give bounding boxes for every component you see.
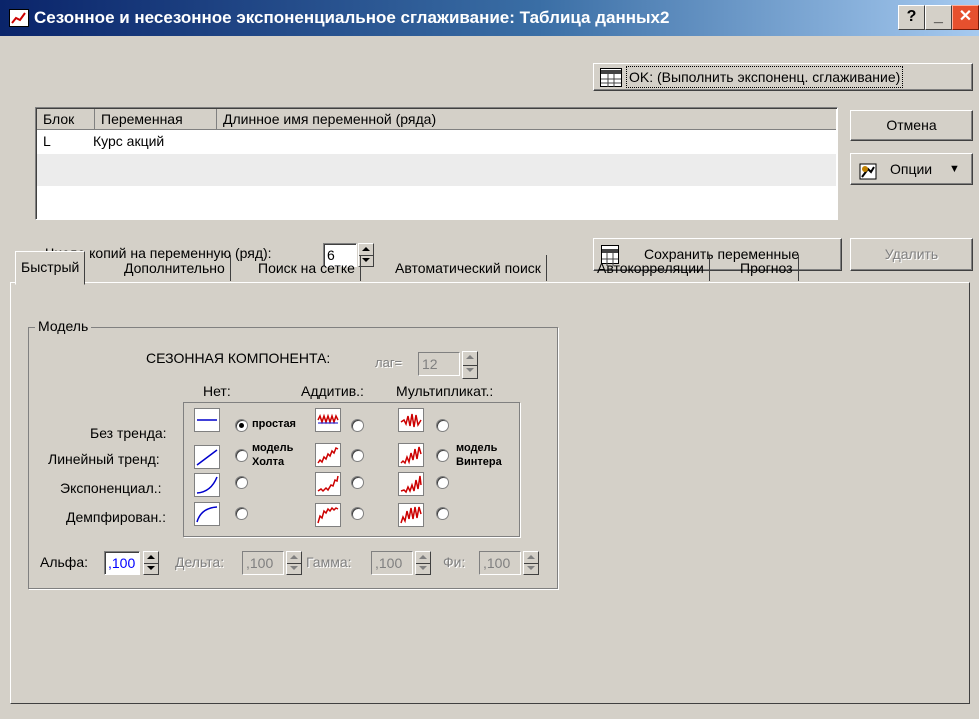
header-block[interactable]: Блок	[37, 109, 95, 129]
alpha-stepper[interactable]	[143, 551, 159, 575]
no-trend-multiplicative-icon	[398, 408, 424, 432]
tab-grid-search[interactable]: Поиск на сетке	[253, 255, 361, 281]
lag-input[interactable]: 12	[418, 352, 460, 376]
list-stripe	[37, 154, 836, 186]
list-item[interactable]: L Курс акций	[37, 131, 836, 153]
header-variable[interactable]: Переменная	[95, 109, 217, 129]
options-icon	[859, 160, 877, 180]
help-button[interactable]: ?	[898, 5, 925, 30]
holt-label-2: Холта	[252, 456, 285, 468]
variables-list[interactable]: Блок Переменная Длинное имя переменной (…	[35, 107, 838, 220]
winters-label-2: Винтера	[456, 456, 502, 468]
tab-quick[interactable]: Быстрый	[15, 251, 86, 285]
radio-linear-trend-none[interactable]	[235, 449, 248, 462]
radio-damped-additive[interactable]	[351, 507, 364, 520]
exponential-none-icon	[194, 473, 220, 497]
close-button[interactable]: ✕	[952, 5, 979, 30]
delta-stepper[interactable]	[286, 551, 302, 575]
delete-button[interactable]: Удалить	[850, 238, 973, 271]
winters-label-1: модель	[456, 442, 498, 454]
row-damped: Демпфирован.:	[66, 509, 166, 525]
model-group-title: Модель	[35, 318, 92, 334]
linear-trend-none-icon	[194, 445, 220, 469]
no-trend-none-icon	[194, 408, 220, 432]
damped-multiplicative-icon	[398, 503, 424, 527]
alpha-label: Альфа:	[40, 554, 88, 570]
tab-forecast[interactable]: Прогноз	[735, 255, 799, 281]
radio-no-trend-none[interactable]	[235, 419, 248, 432]
radio-damped-none[interactable]	[235, 507, 248, 520]
simple-label: простая	[252, 418, 296, 430]
damped-none-icon	[194, 502, 220, 526]
delta-input[interactable]: ,100	[242, 551, 284, 575]
phi-stepper[interactable]	[523, 551, 539, 575]
row-exponential: Экспоненциал.:	[60, 480, 162, 496]
gamma-label: Гамма:	[306, 554, 352, 570]
delta-label: Дельта:	[175, 554, 225, 570]
row-linear-trend: Линейный тренд:	[48, 451, 160, 467]
holt-label-1: модель	[252, 442, 294, 454]
header-long-name[interactable]: Длинное имя переменной (ряда)	[217, 109, 836, 129]
tab-autocorrelations[interactable]: Автокорреляции	[592, 255, 710, 281]
col-none-label: Нет:	[203, 383, 231, 399]
gamma-stepper[interactable]	[415, 551, 431, 575]
tab-advanced[interactable]: Дополнительно	[119, 255, 231, 281]
gamma-input[interactable]: ,100	[371, 551, 413, 575]
radio-exponential-multiplicative[interactable]	[436, 476, 449, 489]
radio-linear-trend-multiplicative[interactable]	[436, 449, 449, 462]
lag-stepper[interactable]	[462, 351, 478, 379]
lag-label: лаг=	[375, 355, 403, 370]
radio-exponential-additive[interactable]	[351, 476, 364, 489]
alpha-input[interactable]: ,100	[104, 551, 140, 575]
window-title: Сезонное и несезонное экспоненциальное с…	[34, 8, 670, 27]
exponential-multiplicative-icon	[398, 472, 424, 496]
phi-input[interactable]: ,100	[479, 551, 521, 575]
cancel-button[interactable]: Отмена	[850, 110, 973, 141]
linear-trend-additive-icon	[315, 443, 341, 467]
damped-additive-icon	[315, 503, 341, 527]
radio-damped-multiplicative[interactable]	[436, 507, 449, 520]
dropdown-arrow-icon: ▼	[949, 163, 960, 175]
table-icon	[600, 68, 622, 87]
row-no-trend: Без тренда:	[90, 425, 167, 441]
tab-auto-search[interactable]: Автоматический поиск	[390, 255, 547, 281]
list-header: Блок Переменная Длинное имя переменной (…	[37, 109, 836, 130]
radio-exponential-none[interactable]	[235, 476, 248, 489]
exponential-additive-icon	[315, 472, 341, 496]
col-additive-label: Аддитив.:	[301, 383, 364, 399]
seasonal-component-label: СЕЗОННАЯ КОМПОНЕНТА:	[146, 350, 331, 366]
radio-no-trend-multiplicative[interactable]	[436, 419, 449, 432]
radio-no-trend-additive[interactable]	[351, 419, 364, 432]
radio-linear-trend-additive[interactable]	[351, 449, 364, 462]
app-icon	[9, 9, 29, 27]
options-button[interactable]: Опции ▼	[850, 153, 973, 185]
linear-trend-multiplicative-icon	[398, 443, 424, 467]
col-multiplicative-label: Мультипликат.:	[396, 383, 494, 399]
minimize-button[interactable]: _	[925, 5, 952, 30]
no-trend-additive-icon	[315, 408, 341, 432]
phi-label: Фи:	[443, 554, 466, 570]
ok-button[interactable]: OK: (Выполнить экспоненц. сглаживание)	[593, 63, 973, 91]
